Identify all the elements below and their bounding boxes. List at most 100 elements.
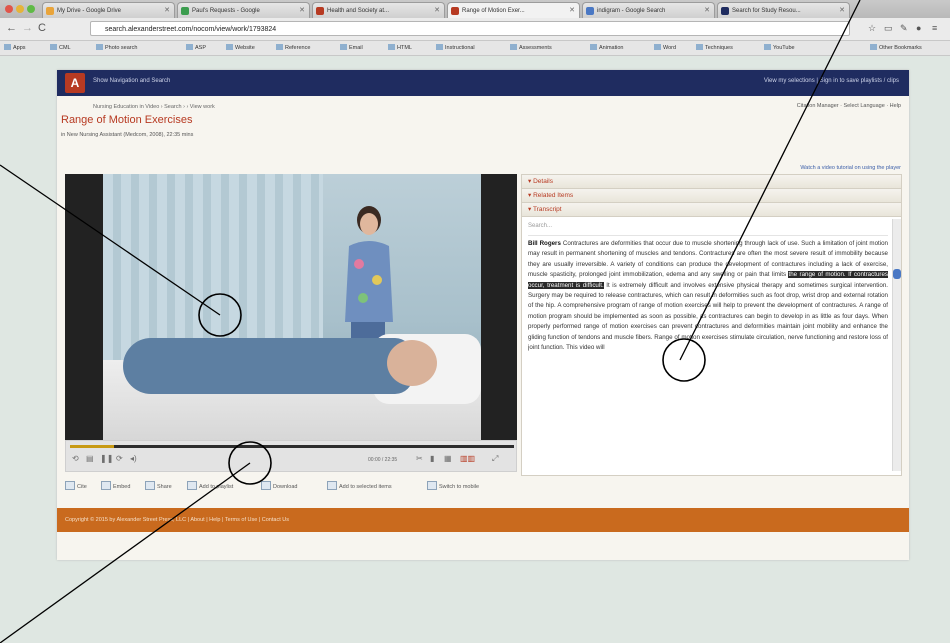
clip-icon[interactable]: ✂ — [416, 454, 423, 463]
tutorial-link[interactable]: Watch a video tutorial on using the play… — [800, 165, 901, 171]
tab-favicon — [451, 7, 459, 15]
add-to-playlist-button[interactable]: Add to playlist — [187, 481, 233, 490]
site-header: A Show Navigation and Search View my sel… — [57, 70, 909, 96]
forward-icon[interactable]: ⟳ — [116, 454, 123, 463]
add-to-selected-button[interactable]: Add to selected items — [327, 481, 392, 490]
back-icon[interactable]: ← — [6, 22, 17, 34]
bookmark-item[interactable]: ASP — [186, 44, 206, 51]
caption-icon[interactable]: ▤ — [86, 454, 94, 463]
volume-icon[interactable]: ◂) — [130, 454, 137, 463]
selections-signin-link[interactable]: View my selections | Sign in to save pla… — [764, 78, 899, 84]
close-window-button[interactable] — [5, 5, 13, 13]
speaker-name: Bill Rogers — [528, 240, 561, 247]
work-source: in New Nursing Assistant (Medcom, 2008),… — [61, 132, 194, 138]
bookmark-item[interactable]: Photo search — [96, 44, 137, 51]
bookmark-item[interactable]: Word — [654, 44, 676, 51]
browser-tab[interactable]: Search for Study Resou... ✕ — [717, 2, 850, 18]
player-controls: ⟲ ▤ ❚❚ ⟳ ◂) 00:00 / 22:35 ✂ ▮ ▦ ▥▥ ⤢ — [65, 440, 517, 472]
page-title: Range of Motion Exercises — [61, 114, 193, 126]
close-icon[interactable]: ✕ — [434, 3, 440, 18]
breadcrumb[interactable]: Nursing Education in Video › Search › › … — [93, 104, 215, 110]
url-input[interactable]: search.alexanderstreet.com/nocom/view/wo… — [90, 21, 850, 36]
transcript-scrollbar[interactable] — [892, 219, 901, 471]
bookmark-item[interactable]: Techniques — [696, 44, 733, 51]
bookmark-item[interactable]: Assessments — [510, 44, 552, 51]
reload-icon[interactable]: C — [38, 22, 46, 34]
footer-links[interactable]: Copyright © 2015 by Alexander Street Pre… — [65, 517, 289, 523]
embed-button[interactable]: Embed — [101, 481, 130, 490]
rewind-icon[interactable]: ⟲ — [72, 454, 79, 463]
browser-tab-active[interactable]: Range of Motion Exer... ✕ — [447, 2, 580, 18]
folder-icon — [510, 44, 517, 50]
transcript-search-input[interactable]: Search... — [528, 223, 888, 236]
browser-tab[interactable]: indigram - Google Search ✕ — [582, 2, 715, 18]
bookmark-item[interactable]: Apps — [4, 44, 26, 51]
tab-favicon — [181, 7, 189, 15]
url-text: search.alexanderstreet.com/nocom/view/wo… — [105, 26, 277, 33]
bookmark-item[interactable]: Website — [226, 44, 255, 51]
close-icon[interactable]: ✕ — [299, 3, 305, 18]
progress-bar[interactable] — [70, 445, 514, 448]
grid-icon[interactable]: ▦ — [444, 454, 452, 463]
transcript-section[interactable]: ▾ Transcript — [522, 203, 901, 217]
transcript-text: Bill Rogers Contractures are deformities… — [528, 239, 888, 471]
browser-tab[interactable]: My Drive - Google Drive ✕ — [42, 2, 175, 18]
share-button[interactable]: Share — [145, 481, 172, 490]
folder-icon — [654, 44, 661, 50]
cite-icon — [65, 481, 75, 490]
folder-icon — [50, 44, 57, 50]
side-panel: ▾ Details ▾ Related Items ▾ Transcript S… — [521, 174, 902, 476]
bookmark-item[interactable]: Reference — [276, 44, 310, 51]
tab-label: Paul's Requests - Google — [192, 8, 260, 14]
play-pause-icon[interactable]: ❚❚ — [100, 454, 113, 463]
menu-icon[interactable]: ≡ — [932, 23, 937, 33]
quality-icon[interactable]: ▥▥ — [460, 454, 475, 463]
bookmark-item[interactable]: YouTube — [764, 44, 795, 51]
share-icon — [145, 481, 155, 490]
page-tools[interactable]: Citation Manager · Select Language · Hel… — [797, 103, 901, 109]
browser-tab[interactable]: Paul's Requests - Google ✕ — [177, 2, 310, 18]
close-icon[interactable]: ✕ — [839, 3, 845, 18]
zoom-window-button[interactable] — [27, 5, 35, 13]
fullscreen-icon[interactable]: ⤢ — [492, 454, 498, 464]
bookmark-item[interactable]: HTML — [388, 44, 412, 51]
details-section[interactable]: ▾ Details — [522, 175, 901, 189]
cite-button[interactable]: Cite — [65, 481, 87, 490]
folder-icon — [96, 44, 103, 50]
video-player[interactable] — [65, 174, 517, 440]
bookmarks-bar: Apps CML Photo search ASP Website Refere… — [0, 41, 950, 56]
mobile-icon — [427, 481, 437, 490]
site-footer: Copyright © 2015 by Alexander Street Pre… — [57, 508, 909, 532]
embed-icon — [101, 481, 111, 490]
forward-icon[interactable]: → — [22, 22, 33, 34]
close-icon[interactable]: ✕ — [164, 3, 170, 18]
pen-icon[interactable]: ✎ — [900, 23, 908, 34]
download-button[interactable]: Download — [261, 481, 297, 490]
switch-mobile-button[interactable]: Switch to mobile — [427, 481, 479, 490]
cast-icon[interactable]: ▭ — [884, 23, 893, 34]
bookmark-item[interactable]: CML — [50, 44, 71, 51]
bookmark-item[interactable]: Email — [340, 44, 363, 51]
extension-icon[interactable]: ● — [916, 23, 921, 33]
close-icon[interactable]: ✕ — [569, 3, 575, 18]
patient-figure — [123, 338, 413, 394]
browser-tab[interactable]: Health and Society at... ✕ — [312, 2, 445, 18]
bookmark-star-icon[interactable]: ☆ — [868, 23, 876, 34]
bookmark-icon[interactable]: ▮ — [430, 454, 434, 463]
scroll-thumb[interactable] — [893, 269, 901, 279]
close-icon[interactable]: ✕ — [704, 3, 710, 18]
site-logo[interactable]: A — [65, 73, 85, 93]
bookmark-item[interactable]: Animation — [590, 44, 623, 51]
address-bar: ← → C search.alexanderstreet.com/nocom/v… — [0, 18, 950, 41]
folder-icon — [388, 44, 395, 50]
patient-head — [387, 340, 437, 386]
timecode: 00:00 / 22:35 — [368, 457, 398, 463]
folder-icon — [4, 44, 11, 50]
browser-tab-bar: My Drive - Google Drive ✕ Paul's Requests… — [0, 0, 950, 18]
show-navigation-link[interactable]: Show Navigation and Search — [93, 78, 170, 84]
bookmark-item[interactable]: Other Bookmarks — [870, 44, 922, 51]
bookmark-item[interactable]: Instructional — [436, 44, 475, 51]
related-items-section[interactable]: ▾ Related Items — [522, 189, 901, 203]
folder-icon — [276, 44, 283, 50]
minimize-window-button[interactable] — [16, 5, 24, 13]
